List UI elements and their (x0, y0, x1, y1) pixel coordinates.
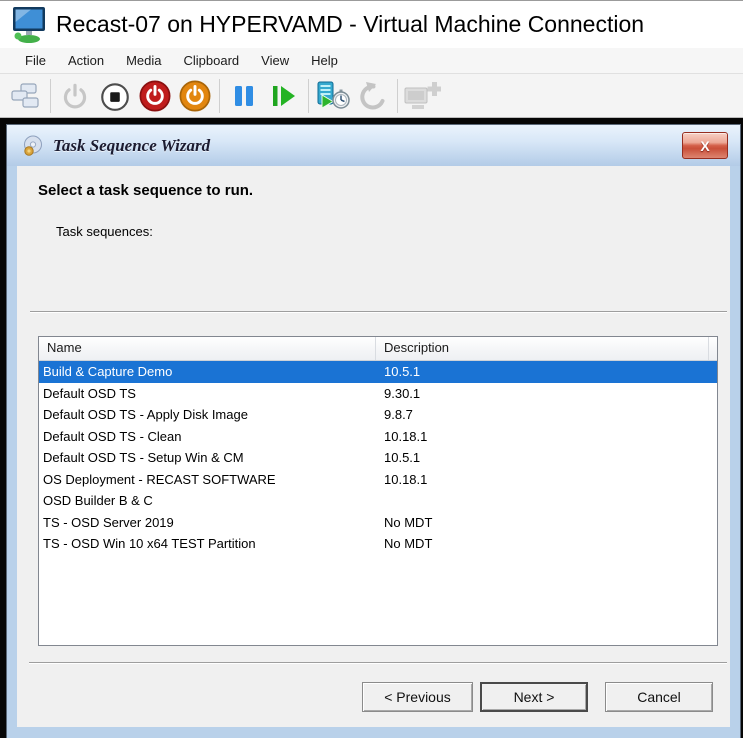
toolbar-separator (308, 79, 309, 113)
menu-help[interactable]: Help (300, 49, 349, 72)
shut-down-icon (137, 78, 173, 114)
dialog-body: Select a task sequence to run. Task sequ… (17, 166, 730, 727)
task-sequence-description: 9.30.1 (376, 383, 717, 405)
separator (29, 662, 727, 664)
task-sequence-description: No MDT (376, 533, 717, 555)
menu-file[interactable]: File (14, 49, 57, 72)
task-sequence-name: Default OSD TS - Clean (39, 426, 376, 448)
enhanced-session-button[interactable] (402, 76, 442, 116)
task-sequence-name: Default OSD TS (39, 383, 376, 405)
column-header-description[interactable]: Description (376, 337, 709, 360)
task-sequence-description: 10.18.1 (376, 469, 717, 491)
pause-button[interactable] (224, 76, 264, 116)
turn-off-button[interactable] (95, 76, 135, 116)
table-row[interactable]: Build & Capture Demo10.5.1 (39, 361, 717, 383)
toolbar-separator (397, 79, 398, 113)
task-sequence-description (376, 490, 717, 512)
shut-down-button[interactable] (135, 76, 175, 116)
revert-button[interactable] (353, 76, 393, 116)
task-sequences-label: Task sequences: (56, 224, 153, 239)
task-sequence-list[interactable]: Name Description Build & Capture Demo10.… (38, 336, 718, 646)
task-sequence-description: 9.8.7 (376, 404, 717, 426)
task-sequence-name: OSD Builder B & C (39, 490, 376, 512)
task-sequence-name: OS Deployment - RECAST SOFTWARE (39, 469, 376, 491)
table-row[interactable]: Default OSD TS - Setup Win & CM10.5.1 (39, 447, 717, 469)
menu-clipboard[interactable]: Clipboard (173, 49, 251, 72)
checkpoint-icon (315, 80, 351, 112)
vm-display: Task Sequence Wizard X Select a task seq… (0, 118, 743, 738)
column-header-name[interactable]: Name (39, 337, 376, 360)
hyperv-icon (9, 5, 47, 45)
menu-action[interactable]: Action (57, 49, 115, 72)
separator (30, 311, 727, 313)
reset-button[interactable] (264, 76, 304, 116)
task-sequence-name: Default OSD TS - Setup Win & CM (39, 447, 376, 469)
task-sequence-description: 10.18.1 (376, 426, 717, 448)
table-row[interactable]: TS - OSD Win 10 x64 TEST PartitionNo MDT (39, 533, 717, 555)
table-row[interactable]: Default OSD TS - Apply Disk Image9.8.7 (39, 404, 717, 426)
close-icon: X (700, 139, 709, 153)
toolbar-separator (50, 79, 51, 113)
close-button[interactable]: X (682, 132, 728, 159)
table-row[interactable]: Default OSD TS - Clean10.18.1 (39, 426, 717, 448)
toolbar-separator (219, 79, 220, 113)
enhanced-session-icon (403, 80, 441, 112)
previous-button[interactable]: < Previous (362, 682, 473, 712)
task-sequence-description: 10.5.1 (376, 447, 717, 469)
task-sequence-rows: Build & Capture Demo10.5.1Default OSD TS… (39, 361, 717, 555)
menu-view[interactable]: View (250, 49, 300, 72)
ctrl-alt-del-button[interactable] (6, 76, 46, 116)
checkpoint-button[interactable] (313, 76, 353, 116)
cancel-button[interactable]: Cancel (605, 682, 713, 712)
menu-media[interactable]: Media (115, 49, 172, 72)
save-power-icon (177, 78, 213, 114)
dialog-title: Task Sequence Wizard (53, 136, 210, 156)
wizard-icon (21, 134, 45, 158)
toolbar (0, 74, 743, 118)
pause-icon (228, 80, 260, 112)
table-row[interactable]: OS Deployment - RECAST SOFTWARE10.18.1 (39, 469, 717, 491)
task-sequence-description: 10.5.1 (376, 361, 717, 383)
start-button[interactable] (55, 76, 95, 116)
task-sequence-description: No MDT (376, 512, 717, 534)
table-row[interactable]: TS - OSD Server 2019No MDT (39, 512, 717, 534)
window-titlebar[interactable]: Recast-07 on HYPERVAMD - Virtual Machine… (0, 0, 743, 48)
ctrl-alt-del-icon (9, 81, 43, 111)
dialog-titlebar[interactable]: Task Sequence Wizard X (7, 125, 740, 166)
menu-bar: File Action Media Clipboard View Help (0, 48, 743, 74)
list-header: Name Description (39, 337, 717, 361)
save-button[interactable] (175, 76, 215, 116)
revert-arrow-icon (356, 80, 390, 112)
table-row[interactable]: OSD Builder B & C (39, 490, 717, 512)
task-sequence-name: Default OSD TS - Apply Disk Image (39, 404, 376, 426)
start-power-icon (58, 79, 92, 113)
window-title: Recast-07 on HYPERVAMD - Virtual Machine… (56, 11, 644, 38)
dialog-heading: Select a task sequence to run. (38, 182, 253, 199)
next-button[interactable]: Next > (480, 682, 588, 712)
task-sequence-name: TS - OSD Server 2019 (39, 512, 376, 534)
table-row[interactable]: Default OSD TS9.30.1 (39, 383, 717, 405)
task-sequence-wizard-dialog: Task Sequence Wizard X Select a task seq… (6, 124, 741, 738)
task-sequence-name: TS - OSD Win 10 x64 TEST Partition (39, 533, 376, 555)
task-sequence-name: Build & Capture Demo (39, 361, 376, 383)
turn-off-icon (98, 79, 132, 113)
reset-play-icon (268, 80, 300, 112)
